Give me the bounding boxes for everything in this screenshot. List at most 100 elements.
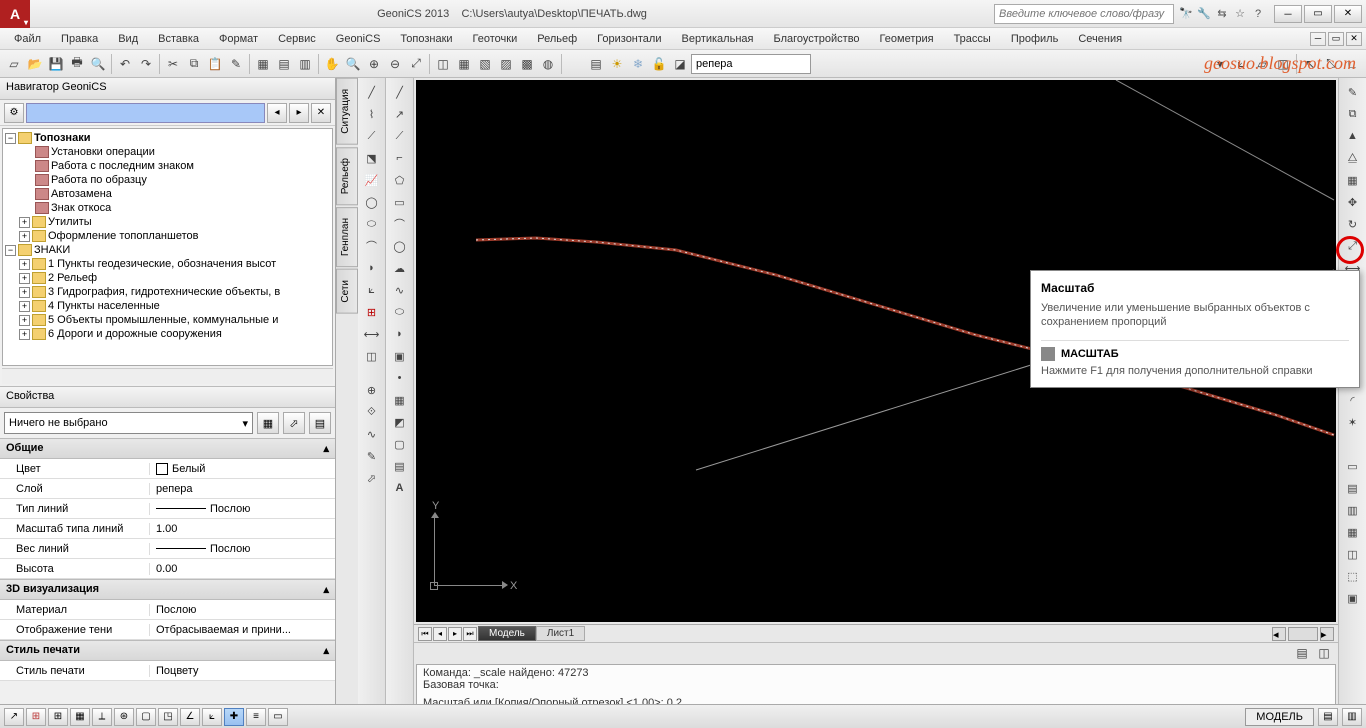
navigator-tree[interactable]: −Топознаки Установки операцииРабота с по… <box>2 128 333 366</box>
hscroll-right-button[interactable]: ▸ <box>1320 627 1334 641</box>
sb-polar-icon[interactable]: ⊛ <box>114 708 134 726</box>
rotate-icon[interactable]: ↻ <box>1343 214 1363 234</box>
explode-icon[interactable]: ✶ <box>1343 412 1363 432</box>
tree-folder[interactable]: +Утилиты <box>5 215 330 229</box>
tab-next-button[interactable]: ▸ <box>448 627 462 641</box>
tree-item[interactable]: Автозамена <box>5 187 330 201</box>
restore-button[interactable]: ▭ <box>1304 5 1332 23</box>
vtab-relief[interactable]: Рельеф <box>336 147 358 205</box>
tool-icon[interactable]: ⬚ <box>1343 566 1363 586</box>
sb-grid-icon[interactable]: ▦ <box>70 708 90 726</box>
revcloud-icon[interactable]: ☁ <box>390 258 410 278</box>
section-general[interactable]: Общие▴ <box>0 438 335 459</box>
help-icon[interactable]: ? <box>1250 6 1266 22</box>
print-icon[interactable]: 🖶 <box>67 54 87 74</box>
ellipse-arc-icon[interactable]: ◗ <box>390 324 410 344</box>
menu-item[interactable]: Сечения <box>1068 30 1132 48</box>
sb-tpy-icon[interactable]: ▭ <box>268 708 288 726</box>
doc-restore-button[interactable]: ▭ <box>1328 32 1344 46</box>
hscroll-left-button[interactable]: ◂ <box>1272 627 1286 641</box>
open-icon[interactable]: 📂 <box>25 54 45 74</box>
sb-infer-icon[interactable]: ⊞ <box>26 708 46 726</box>
minimize-button[interactable]: － <box>1274 5 1302 23</box>
props-tool-icon[interactable]: ▤ <box>309 412 331 434</box>
tree-scrollbar[interactable] <box>2 368 333 384</box>
prop-val[interactable]: Поцвету <box>150 665 335 677</box>
prop-val[interactable]: Послою <box>150 503 335 515</box>
tool-icon[interactable]: ◫ <box>362 346 382 366</box>
match-icon[interactable]: ✎ <box>226 54 246 74</box>
tab-model[interactable]: Модель <box>478 626 536 641</box>
menu-item[interactable]: Вставка <box>148 30 209 48</box>
tool-icon[interactable]: ⟋ <box>362 126 382 146</box>
move-icon[interactable]: ✥ <box>1343 192 1363 212</box>
tool-icon[interactable]: ◍ <box>538 54 558 74</box>
exchange-icon[interactable]: ⇆ <box>1214 6 1230 22</box>
sb-tool-icon[interactable]: ▥ <box>1342 708 1362 726</box>
circle-icon[interactable]: ◯ <box>362 192 382 212</box>
new-icon[interactable]: ▱ <box>4 54 24 74</box>
paste-icon[interactable]: 📋 <box>205 54 225 74</box>
table-icon[interactable]: ▤ <box>390 456 410 476</box>
mirror-icon[interactable]: ▲ <box>1343 126 1363 146</box>
menu-item[interactable]: Трассы <box>944 30 1001 48</box>
cut-icon[interactable]: ✂ <box>163 54 183 74</box>
menu-item[interactable]: Формат <box>209 30 268 48</box>
array-icon[interactable]: ▦ <box>1343 170 1363 190</box>
xline-icon[interactable]: ⟋ <box>390 126 410 146</box>
tool-icon[interactable]: ⊞ <box>362 302 382 322</box>
zoom-out-icon[interactable]: ⊖ <box>385 54 405 74</box>
bulb-icon[interactable]: ☀ <box>607 54 627 74</box>
tree-folder[interactable]: +3 Гидрография, гидротехнические объекты… <box>5 285 330 299</box>
copy-icon[interactable]: ⧉ <box>1343 104 1363 124</box>
doc-close-button[interactable]: ✕ <box>1346 32 1362 46</box>
sb-dyn-icon[interactable]: ✚ <box>224 708 244 726</box>
nav-next-button[interactable]: ▸ <box>289 103 309 123</box>
search-input[interactable] <box>994 4 1174 24</box>
tab-prev-button[interactable]: ◂ <box>433 627 447 641</box>
menu-item[interactable]: Геометрия <box>870 30 944 48</box>
menu-item[interactable]: Геоточки <box>463 30 528 48</box>
tool-icon[interactable]: ▭ <box>1343 456 1363 476</box>
hscroll-thumb[interactable] <box>1288 627 1318 641</box>
tool-icon[interactable]: ⊕ <box>362 380 382 400</box>
nav-tool-icon[interactable]: ⚙ <box>4 103 24 123</box>
zoom-icon[interactable]: 🔍 <box>343 54 363 74</box>
tool-icon[interactable]: ▧ <box>475 54 495 74</box>
dimension-icon[interactable]: ⟷ <box>362 324 382 344</box>
undo-icon[interactable]: ↶ <box>115 54 135 74</box>
freeze-icon[interactable]: ❄ <box>628 54 648 74</box>
menu-item[interactable]: Файл <box>4 30 51 48</box>
gradient-icon[interactable]: ◩ <box>390 412 410 432</box>
tree-folder[interactable]: +4 Пункты населенные <box>5 299 330 313</box>
tree-folder[interactable]: +Оформление топопланшетов <box>5 229 330 243</box>
tool-icon[interactable]: ▦ <box>1343 522 1363 542</box>
save-icon[interactable]: 💾 <box>46 54 66 74</box>
prop-val[interactable]: репера <box>150 483 335 495</box>
binoculars-icon[interactable]: 🔭 <box>1178 6 1194 22</box>
tool-icon[interactable]: ▩ <box>517 54 537 74</box>
redo-icon[interactable]: ↷ <box>136 54 156 74</box>
layer-combo[interactable]: репера <box>691 54 811 74</box>
nav-prev-button[interactable]: ◂ <box>267 103 287 123</box>
quick-select-icon[interactable]: ⬀ <box>283 412 305 434</box>
arc-icon[interactable]: ⌒ <box>390 214 410 234</box>
menu-item[interactable]: Вид <box>108 30 148 48</box>
tool-icon[interactable]: ▦ <box>253 54 273 74</box>
copy-icon[interactable]: ⧉ <box>184 54 204 74</box>
erase-icon[interactable]: ✎ <box>1343 82 1363 102</box>
menu-item[interactable]: Сервис <box>268 30 326 48</box>
tool-icon[interactable]: ⬀ <box>362 468 382 488</box>
sb-lwt-icon[interactable]: ≡ <box>246 708 266 726</box>
nav-clear-button[interactable]: ✕ <box>311 103 331 123</box>
tree-item[interactable]: Знак откоса <box>5 201 330 215</box>
tool-icon[interactable]: ✎ <box>362 446 382 466</box>
polygon-icon[interactable]: ⬠ <box>390 170 410 190</box>
vtab-situation[interactable]: Ситуация <box>336 78 358 145</box>
spline-icon[interactable]: ∿ <box>390 280 410 300</box>
tab-sheet1[interactable]: Лист1 <box>536 626 585 641</box>
sb-osnap-icon[interactable]: ▢ <box>136 708 156 726</box>
tool-icon[interactable]: ▣ <box>1343 588 1363 608</box>
sb-ducs-icon[interactable]: ⟀ <box>202 708 222 726</box>
line-icon[interactable]: ╱ <box>390 82 410 102</box>
